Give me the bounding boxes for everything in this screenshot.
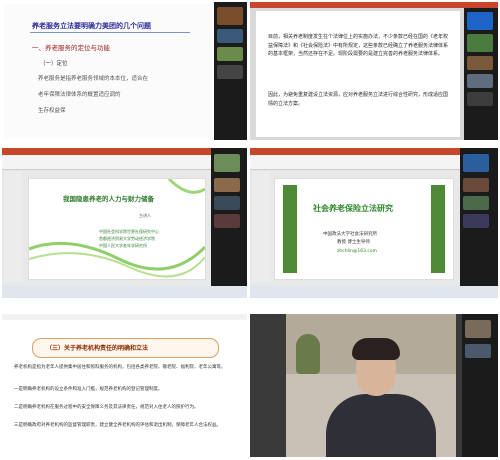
- panel-6-speaker-video: [250, 314, 498, 457]
- slide-thumbnails: [252, 172, 270, 282]
- presenter-email: zhchlin@163.com: [337, 249, 378, 254]
- ppt-title-bar: [250, 2, 498, 8]
- presenter-line-1: 中国政法大学社会法研究所: [323, 232, 377, 237]
- right-green-pillar: [431, 185, 445, 273]
- doc-paragraph-2: 一是明确养老机构的设立条件和准入门槛，规范养老机构的登记管理制度。: [14, 387, 163, 392]
- windows-taskbar: [250, 286, 498, 298]
- participant-video[interactable]: [214, 214, 240, 228]
- participant-video[interactable]: [463, 196, 489, 210]
- doc-paragraph-3: 二是明确养老机构在服务过程中的安全保障义务及其法律责任，规范对入住老人的照护行为…: [14, 405, 199, 410]
- participant-video[interactable]: [214, 196, 240, 210]
- video-feed: [286, 314, 456, 457]
- panel-1-slide-share: 养老服务立法要明确力美团的几个问题 一、养老服务的定位与功能 （一）定位 养老服…: [2, 2, 247, 140]
- participant-video[interactable]: [463, 178, 489, 192]
- slide-author: 主讲人: [139, 213, 151, 218]
- slide-title: 社会养老保险立法研究: [313, 204, 393, 213]
- participant-thumb[interactable]: [467, 34, 493, 52]
- participant-sidebar: [214, 2, 247, 140]
- doc-paragraph-2: 因此，为避免重复建设立法资源，应对养老服务立法进行综合性研究，形成适应国情的立法…: [268, 92, 449, 107]
- doc-paragraph-1: 目前，相关养老制度发生在个法律位上的实施办法，不少条款已经在国的《老年权益保障法…: [268, 34, 449, 57]
- slide-line-2: 首都经济贸易大学劳动经济学院: [99, 236, 155, 241]
- panel-5-document: （三）关于养老机构责任的明确和立法 养老机构是指为老年人提供集中居住和照料服务的…: [2, 314, 247, 457]
- participant-video[interactable]: [217, 29, 243, 43]
- slide-title: 我国隐患养老的人力与财力储备: [63, 195, 154, 203]
- slide-line-1: 养老服务是指养老服务领域的本本位，适合在: [38, 76, 149, 82]
- participant-video[interactable]: [217, 47, 243, 61]
- participant-video[interactable]: [463, 214, 489, 228]
- slide-title-underline: [30, 32, 190, 33]
- plant-left: [296, 334, 320, 374]
- slide-canvas: 社会养老保险立法研究 中国政法大学社会法研究所 教授 博士生导师 zhchlin…: [274, 178, 454, 280]
- participant-video[interactable]: [217, 65, 243, 79]
- participant-sidebar: [462, 314, 498, 457]
- slide-page: 养老服务立法要明确力美团的几个问题 一、养老服务的定位与功能 （一）定位 养老服…: [4, 4, 212, 138]
- slide-line-1: 中国社会科学院世界社保研究中心: [99, 229, 159, 234]
- speaker-hair: [352, 338, 400, 360]
- doc-header: （三）关于养老机构责任的明确和立法: [46, 345, 149, 352]
- participant-thumb[interactable]: [214, 154, 240, 172]
- participant-thumb[interactable]: [467, 12, 493, 30]
- participant-thumb[interactable]: [465, 320, 491, 338]
- participant-sidebar: [211, 148, 247, 286]
- panel-4-powerpoint: 社会养老保险立法研究 中国政法大学社会法研究所 教授 博士生导师 zhchlin…: [250, 148, 498, 298]
- participant-video[interactable]: [467, 74, 493, 88]
- windows-taskbar: [2, 286, 247, 298]
- participant-video[interactable]: [465, 344, 491, 358]
- slide-thumbnails: [4, 172, 22, 282]
- doc-paragraph-4: 三是明确政府对养老机构的监督管理职责，建立健全养老机构的评估和退出机制，保障老年…: [14, 423, 221, 428]
- slide-canvas: 我国隐患养老的人力与财力储备 主讲人 中国社会科学院世界社保研究中心 首都经济贸…: [28, 178, 206, 280]
- panel-2-document-share: 目前，相关养老制度发生在个法律位上的实施办法，不少条款已经在国的《老年权益保障法…: [250, 2, 498, 140]
- slide-heading: 一、养老服务的定位与功能: [32, 44, 110, 52]
- doc-paragraph-1: 养老机构是指为老年人提供集中居住和照料服务的机构，包括各类养老院、敬老院、福利院…: [14, 365, 226, 370]
- slide-line-3: 生存权益保: [38, 108, 66, 114]
- participant-thumb[interactable]: [217, 7, 243, 25]
- participant-video[interactable]: [467, 56, 493, 70]
- speaker-body: [326, 394, 436, 457]
- panel-3-powerpoint: 我国隐患养老的人力与财力储备 主讲人 中国社会科学院世界社保研究中心 首都经济贸…: [2, 148, 247, 298]
- slide-subheading: （一）定位: [40, 61, 68, 67]
- participant-video[interactable]: [467, 92, 493, 106]
- doc-top-bar: [2, 314, 247, 320]
- participant-sidebar: [460, 148, 498, 286]
- presenter-line-2: 教授 博士生导师: [337, 240, 370, 245]
- document-page: 目前，相关养老制度发生在个法律位上的实施办法，不少条款已经在国的《老年权益保障法…: [256, 11, 460, 137]
- left-green-pillar: [283, 185, 297, 273]
- participant-sidebar: [464, 8, 498, 140]
- participant-thumb[interactable]: [463, 154, 489, 172]
- participant-video[interactable]: [214, 178, 240, 192]
- slide-line-2: 老年保障法律体系的概置适应调的: [38, 92, 121, 98]
- slide-line-3: 中国人民大学老年学研究所: [99, 243, 147, 248]
- slide-title: 养老服务立法要明确力美团的几个问题: [32, 22, 151, 30]
